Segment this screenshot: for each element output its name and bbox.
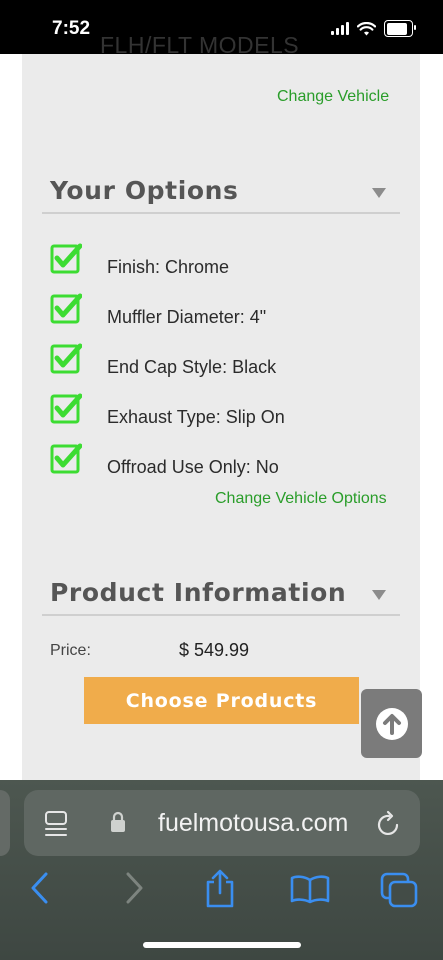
forward-icon[interactable]: [124, 872, 144, 904]
wifi-icon: [357, 21, 376, 35]
options-section-header[interactable]: Your Options: [42, 176, 400, 214]
status-time: 7:52: [52, 18, 91, 39]
change-vehicle-options-link[interactable]: Change Vehicle Options: [215, 490, 387, 508]
product-section-title: Product Information: [50, 578, 347, 607]
option-label: Muffler Diameter: 4": [107, 307, 267, 327]
change-vehicle-link[interactable]: Change Vehicle: [277, 88, 389, 106]
scroll-to-top-button[interactable]: [361, 689, 422, 758]
reload-icon[interactable]: [376, 810, 402, 838]
url-text[interactable]: fuelmotousa.com: [158, 809, 348, 838]
option-item-offroad-use: Offroad Use Only: No: [50, 436, 279, 477]
previous-tab-preview[interactable]: [0, 790, 10, 856]
option-label: End Cap Style: Black: [107, 357, 277, 377]
checkbox-checked-icon: [50, 243, 82, 274]
bookmarks-icon[interactable]: [290, 874, 330, 904]
choose-products-button[interactable]: Choose Products: [84, 677, 359, 724]
lock-icon: [111, 811, 125, 832]
caret-down-icon: [372, 188, 386, 198]
option-item-end-cap-style: End Cap Style: Black: [50, 336, 276, 377]
checkbox-checked-icon: [50, 343, 82, 374]
option-item-finish: Finish: Chrome: [50, 236, 229, 277]
option-item-muffler-diameter: Muffler Diameter: 4": [50, 286, 266, 327]
option-label: Finish: Chrome: [107, 257, 230, 277]
address-bar[interactable]: fuelmotousa.com: [24, 790, 420, 856]
tab-overview-icon[interactable]: [44, 810, 70, 838]
browser-toolbar: fuelmotousa.com: [0, 780, 443, 960]
option-label: Exhaust Type: Slip On: [107, 407, 285, 427]
battery-icon: [384, 20, 416, 37]
checkbox-checked-icon: [50, 293, 82, 324]
option-label: Offroad Use Only: No: [107, 457, 279, 477]
vehicle-model-title: FLH/FLT MODELS: [100, 32, 300, 58]
option-item-exhaust-type: Exhaust Type: Slip On: [50, 386, 285, 427]
caret-down-icon: [372, 590, 386, 600]
checkbox-checked-icon: [50, 443, 82, 474]
share-icon[interactable]: [204, 868, 236, 908]
scroll-top-icon: [375, 707, 408, 740]
signal-icon: [331, 22, 349, 35]
price-value: $ 549.99: [179, 640, 250, 660]
price-label: Price:: [50, 642, 91, 659]
checkbox-checked-icon: [50, 393, 82, 424]
home-indicator[interactable]: [143, 942, 301, 948]
product-section-header[interactable]: Product Information: [42, 578, 400, 616]
tabs-icon[interactable]: [380, 872, 418, 908]
status-icons: [331, 20, 416, 37]
back-icon[interactable]: [30, 872, 50, 904]
options-section-title: Your Options: [50, 176, 239, 205]
